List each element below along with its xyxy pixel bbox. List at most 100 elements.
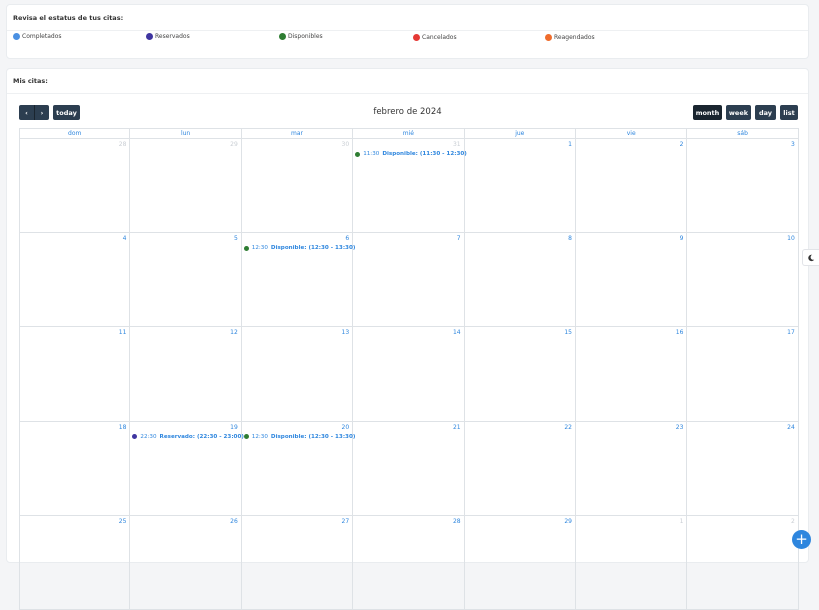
- day-cell[interactable]: 28: [19, 139, 131, 234]
- day-cell[interactable]: 8: [464, 233, 576, 328]
- day-cell[interactable]: 27: [241, 515, 354, 610]
- day-number[interactable]: 29: [230, 141, 238, 148]
- divider: [7, 93, 808, 94]
- day-cell[interactable]: 2: [687, 515, 799, 610]
- day-cell[interactable]: 1: [464, 139, 576, 234]
- day-cell[interactable]: 19 22:30 Reservado: (22:30 - 23:00): [130, 421, 244, 516]
- day-number[interactable]: 22: [564, 424, 572, 431]
- day-cell[interactable]: 24: [687, 421, 799, 516]
- day-cell[interactable]: 5: [130, 233, 242, 328]
- event-time: 12:30: [251, 245, 268, 252]
- day-cell[interactable]: 9: [576, 233, 688, 328]
- day-cell[interactable]: 3: [687, 139, 799, 234]
- day-cell[interactable]: 22: [464, 421, 576, 516]
- event-title: Disponible: (11:30 - 12:30): [382, 151, 467, 157]
- day-cell[interactable]: 10: [687, 233, 799, 328]
- day-cell[interactable]: 17: [687, 327, 799, 422]
- calendar-event[interactable]: 12:30 Disponible: (12:30 - 13:30): [243, 433, 356, 440]
- day-number[interactable]: 12: [230, 329, 238, 336]
- day-number[interactable]: 31: [453, 141, 461, 148]
- day-number[interactable]: 20: [342, 424, 350, 431]
- list-view-button[interactable]: list: [780, 105, 798, 120]
- day-cell[interactable]: 13: [241, 327, 354, 422]
- weekday-header: lun: [129, 128, 242, 139]
- day-number[interactable]: 21: [453, 424, 461, 431]
- event-time: 12:30: [251, 433, 268, 440]
- day-number[interactable]: 30: [342, 141, 350, 148]
- day-number[interactable]: 8: [568, 235, 572, 242]
- day-number[interactable]: 14: [453, 329, 461, 336]
- day-cell[interactable]: 29: [464, 515, 576, 610]
- day-number[interactable]: 1: [568, 141, 572, 148]
- day-number[interactable]: 18: [119, 424, 127, 431]
- day-number[interactable]: 17: [787, 329, 795, 336]
- day-number[interactable]: 16: [676, 329, 684, 336]
- day-cell[interactable]: 11: [19, 327, 131, 422]
- add-appointment-button[interactable]: +: [792, 530, 811, 549]
- day-number[interactable]: 7: [457, 235, 461, 242]
- day-cell[interactable]: 12: [130, 327, 242, 422]
- day-cell[interactable]: 21: [353, 421, 465, 516]
- day-cell[interactable]: 31 11:30 Disponible: (11:30 - 12:30): [353, 139, 467, 234]
- day-cell[interactable]: 7: [353, 233, 465, 328]
- legend-label: Reservados: [155, 33, 190, 40]
- day-cell[interactable]: 29: [130, 139, 242, 234]
- calendar-event[interactable]: 22:30 Reservado: (22:30 - 23:00): [132, 434, 244, 440]
- event-time: 11:30: [363, 151, 380, 157]
- day-cell[interactable]: 26: [130, 515, 242, 610]
- day-cell[interactable]: 2: [576, 139, 688, 234]
- event-status-dot: [355, 151, 361, 157]
- day-number[interactable]: 19: [230, 424, 238, 431]
- day-number[interactable]: 27: [342, 518, 350, 525]
- day-cell[interactable]: 18: [19, 421, 131, 516]
- day-number[interactable]: 5: [234, 235, 238, 242]
- calendar-event[interactable]: 12:30 Disponible: (12:30 - 13:30): [243, 245, 355, 252]
- day-number[interactable]: 26: [230, 518, 238, 525]
- theme-toggle-button[interactable]: [802, 249, 819, 266]
- status-title: Revisa el estatus de tus citas:: [13, 14, 124, 22]
- weekday-header: dom: [19, 128, 131, 139]
- legend-dot: [146, 33, 153, 40]
- day-number[interactable]: 15: [564, 329, 572, 336]
- day-cell[interactable]: 20 12:30 Disponible: (12:30 - 13:30): [241, 421, 356, 516]
- day-number[interactable]: 29: [564, 518, 572, 525]
- day-number[interactable]: 13: [342, 329, 350, 336]
- weekday-header: jue: [463, 128, 576, 139]
- weekday-header: sáb: [686, 128, 799, 139]
- legend-item: Disponibles: [279, 33, 323, 40]
- calendar-card-title: Mis citas:: [13, 77, 48, 85]
- legend-item: Completados: [13, 33, 62, 40]
- day-cell[interactable]: 28: [353, 515, 465, 610]
- day-number[interactable]: 2: [791, 518, 795, 525]
- day-number[interactable]: 2: [680, 141, 684, 148]
- day-cell[interactable]: 14: [353, 327, 465, 422]
- day-number[interactable]: 25: [119, 518, 127, 525]
- day-number[interactable]: 23: [676, 424, 684, 431]
- event-title: Reservado: (22:30 - 23:00): [159, 433, 244, 440]
- day-cell[interactable]: 30: [241, 139, 354, 234]
- day-view-button[interactable]: day: [755, 105, 776, 120]
- day-cell[interactable]: 1: [576, 515, 688, 610]
- day-number[interactable]: 3: [791, 141, 795, 148]
- day-number[interactable]: 11: [119, 329, 127, 336]
- day-number[interactable]: 28: [453, 518, 461, 525]
- day-cell[interactable]: 15: [464, 327, 576, 422]
- day-cell[interactable]: 23: [576, 421, 688, 516]
- day-cell[interactable]: 25: [19, 515, 131, 610]
- day-number[interactable]: 28: [119, 141, 127, 148]
- day-number[interactable]: 10: [787, 235, 795, 242]
- day-cell[interactable]: 6 12:30 Disponible: (12:30 - 13:30): [241, 233, 355, 328]
- day-cell[interactable]: 4: [19, 233, 131, 328]
- week-view-button[interactable]: week: [726, 105, 751, 120]
- calendar-title: febrero de 2024: [373, 107, 442, 117]
- calendar-event[interactable]: 11:30 Disponible: (11:30 - 12:30): [355, 151, 467, 157]
- month-view-button[interactable]: month: [693, 105, 722, 120]
- day-number[interactable]: 1: [680, 518, 684, 525]
- legend-label: Reagendados: [554, 34, 595, 41]
- day-number[interactable]: 24: [787, 424, 795, 431]
- day-number[interactable]: 4: [123, 235, 127, 242]
- day-number[interactable]: 9: [680, 235, 684, 242]
- day-cell[interactable]: 16: [576, 327, 688, 422]
- event-title: Disponible: (12:30 - 13:30): [270, 433, 356, 440]
- day-number[interactable]: 6: [345, 235, 349, 242]
